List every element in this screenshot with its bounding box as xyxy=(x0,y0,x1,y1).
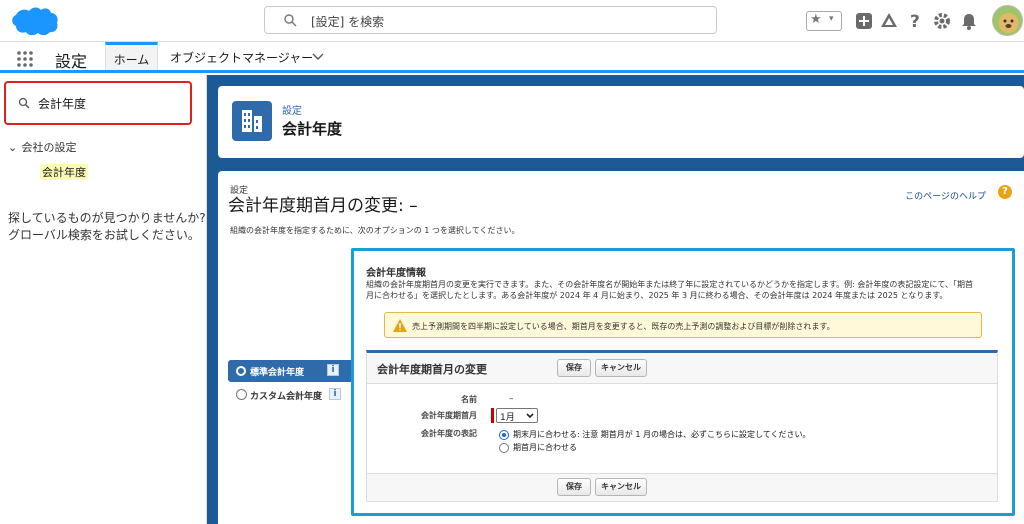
radio-start-month-label: 期首月に合わせる xyxy=(513,443,577,452)
quick-find-value: 会計年度 xyxy=(38,97,87,111)
field-name-label: 名前 xyxy=(461,395,477,404)
global-add-icon[interactable] xyxy=(854,11,874,31)
no-result-line-2: グローバル検索をお試しください。 xyxy=(8,228,200,242)
divider xyxy=(367,473,997,474)
radio-custom-fiscal-year[interactable] xyxy=(236,389,247,400)
content-card: 設定 会計年度期首月の変更: – このページのヘルプ ? 組織の会計年度を指定す… xyxy=(218,171,1024,524)
search-icon xyxy=(18,97,30,109)
edit-section: 会計年度期首月の変更 保存 キャンセル 名前 – 会計年度期首月 1月 会計年度… xyxy=(366,350,998,502)
section-title: 会計年度期首月の変更 xyxy=(377,363,487,376)
setup-sidebar: 会計年度 ⌄ 会社の設定 会計年度 探しているものが見つかりませんか? グローバ… xyxy=(0,75,207,524)
save-button-bottom[interactable]: 保存 xyxy=(557,478,591,496)
field-display-label: 会計年度の表記 xyxy=(421,429,477,438)
global-header: [設定] を検索 ★ ▾ ? xyxy=(0,0,1024,42)
trailhead-icon[interactable] xyxy=(879,11,899,31)
start-month-select[interactable]: 1月 xyxy=(496,408,538,423)
warning-message: 売上予測期間を四半期に設定している場合、期首月を変更すると、既存の売上予測の調整… xyxy=(384,312,982,338)
field-start-month-label: 会計年度期首月 xyxy=(421,411,477,420)
form-body: 名前 – 会計年度期首月 1月 会計年度の表記 期末月に合わせる: 注意 期首月… xyxy=(367,384,997,473)
warning-icon xyxy=(393,319,407,332)
cancel-button-bottom[interactable]: キャンセル xyxy=(595,478,647,496)
app-name: 設定 xyxy=(55,52,88,71)
radio-end-month-label: 期末月に合わせる: 注意 期首月が 1 月の場合は、必ずこちらに設定してください… xyxy=(513,430,811,439)
content-description: 組織の会計年度を指定するために、次のオプションの 1 つを選択してください。 xyxy=(230,226,520,235)
favorites-button[interactable]: ★ ▾ xyxy=(806,11,842,31)
panel-description-line-2: 月に合わせる」を選択したとします。ある会計年度が 2024 年 4 月に始まり、… xyxy=(366,291,948,300)
option-standard-fiscal-year[interactable]: 標準会計年度 i xyxy=(228,360,354,382)
page-header: 設定 会計年度 xyxy=(218,86,1024,158)
info-icon[interactable]: i xyxy=(329,388,341,400)
tab-home[interactable]: ホーム xyxy=(105,42,158,70)
salesforce-logo[interactable] xyxy=(9,5,59,37)
help-for-this-page-link[interactable]: このページのヘルプ xyxy=(905,189,986,202)
svg-text:?: ? xyxy=(910,12,920,31)
page-title: 会計年度 xyxy=(282,120,343,138)
panel-title: 会計年度情報 xyxy=(366,268,426,279)
setup-gear-icon[interactable] xyxy=(932,11,952,31)
cancel-button-top[interactable]: キャンセル xyxy=(595,359,647,377)
sidebar-item-fiscal-year[interactable]: 会計年度 xyxy=(0,161,206,181)
chevron-down-icon[interactable] xyxy=(312,52,324,62)
help-circle-icon[interactable]: ? xyxy=(998,185,1012,199)
app-nav-bar: 設定 ホーム オブジェクトマネージャー xyxy=(0,42,1024,73)
chevron-down-icon xyxy=(526,413,534,419)
tab-object-manager[interactable]: オブジェクトマネージャー xyxy=(170,49,313,66)
radio-standard-fiscal-year[interactable] xyxy=(236,366,246,376)
info-icon[interactable]: i xyxy=(327,364,339,376)
no-result-line-1: 探しているものが見つかりませんか? xyxy=(8,211,206,225)
option-label: 標準会計年度 xyxy=(250,368,305,378)
radio-start-month[interactable] xyxy=(499,443,509,453)
page-header-subtitle: 設定 xyxy=(282,106,302,117)
field-name-value: – xyxy=(509,394,514,404)
sidebar-item-label: 会計年度 xyxy=(40,164,88,180)
favorites-dropdown-icon[interactable]: ▾ xyxy=(829,14,834,24)
tree-section-label: 会社の設定 xyxy=(21,141,77,154)
no-result-help: 探しているものが見つかりませんか? グローバル検索をお試しください。 xyxy=(8,210,206,244)
search-placeholder: [設定] を検索 xyxy=(311,15,385,29)
user-avatar[interactable] xyxy=(992,5,1023,36)
app-launcher-icon[interactable] xyxy=(16,50,34,68)
save-button-top[interactable]: 保存 xyxy=(557,359,591,377)
panel-description-line-1: 組織の会計年度期首月の変更を実行できます。また、その会計年度名が開始年または終了… xyxy=(366,280,973,289)
warning-text: 売上予測期間を四半期に設定している場合、期首月を変更すると、既存の売上予測の調整… xyxy=(412,322,835,331)
panel-description: 組織の会計年度期首月の変更を実行できます。また、その会計年度名が開始年または終了… xyxy=(366,279,996,301)
fiscal-year-info-panel: 会計年度情報 組織の会計年度期首月の変更を実行できます。また、その会計年度名が開… xyxy=(351,248,1015,516)
option-label: カスタム会計年度 xyxy=(250,392,323,402)
chevron-down-icon: ⌄ xyxy=(8,141,18,154)
required-indicator xyxy=(491,408,494,423)
building-icon xyxy=(232,101,272,141)
favorites-star-icon[interactable]: ★ xyxy=(810,12,822,27)
radio-end-month[interactable] xyxy=(499,430,509,440)
start-month-value: 1月 xyxy=(500,413,515,423)
notification-bell-icon[interactable] xyxy=(959,11,979,31)
quick-find-input[interactable]: 会計年度 xyxy=(4,81,192,125)
search-icon xyxy=(284,14,297,27)
help-icon[interactable]: ? xyxy=(905,11,925,31)
tree-section-company-settings[interactable]: ⌄ 会社の設定 xyxy=(8,139,77,155)
option-custom-fiscal-year[interactable]: カスタム会計年度 i xyxy=(228,384,354,406)
global-search-input[interactable]: [設定] を検索 xyxy=(264,6,717,34)
content-title: 会計年度期首月の変更: – xyxy=(228,196,418,216)
